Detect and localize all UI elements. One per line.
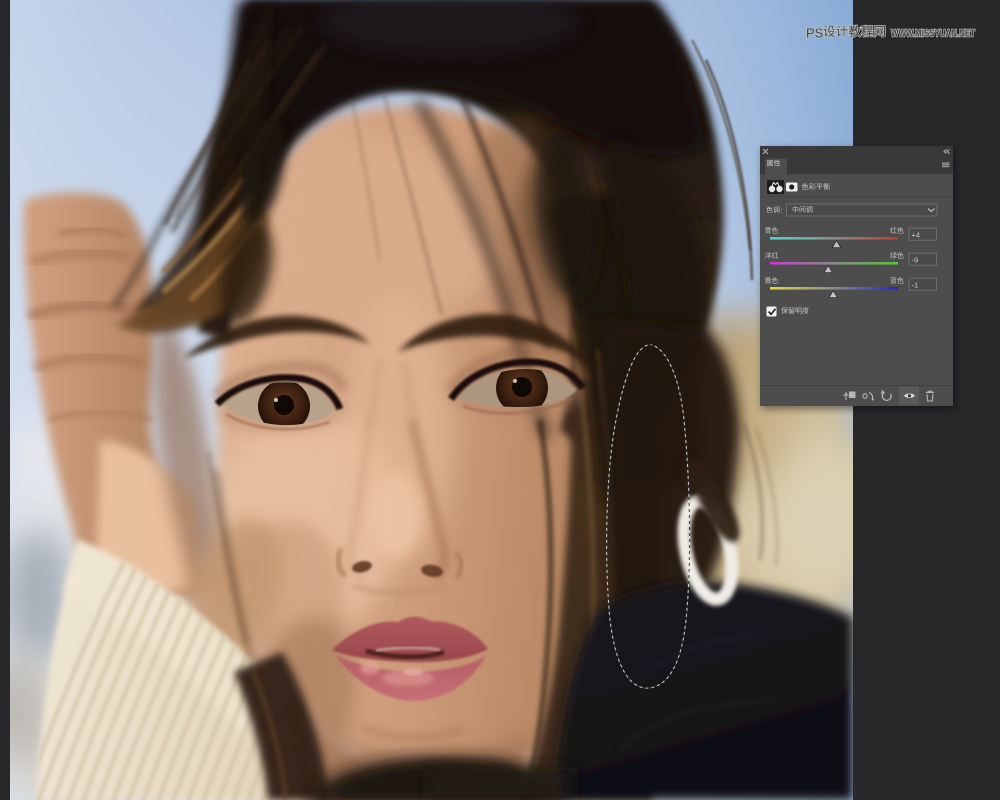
svg-text:WWW.MISSYUAN.NET: WWW.MISSYUAN.NET bbox=[891, 29, 975, 40]
svg-text:+4: +4 bbox=[912, 230, 921, 239]
svg-text:-1: -1 bbox=[912, 280, 919, 289]
svg-text:-9: -9 bbox=[912, 255, 919, 264]
svg-text:PS: PS bbox=[806, 26, 824, 41]
svg-text::: : bbox=[781, 206, 783, 215]
